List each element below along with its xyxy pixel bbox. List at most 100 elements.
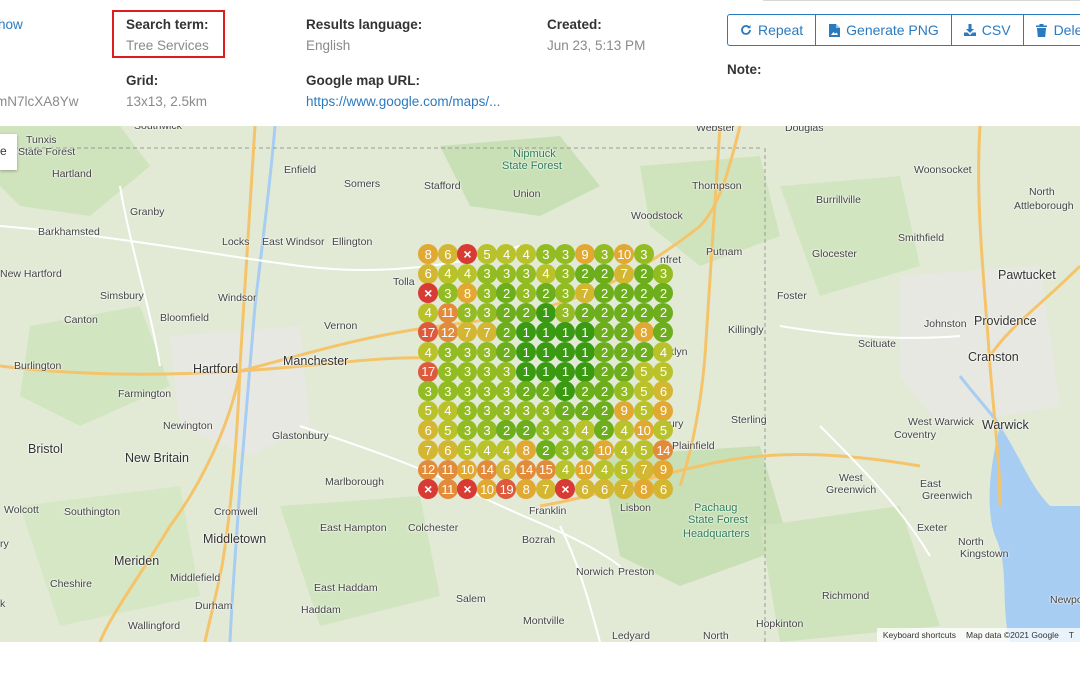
rank-pin[interactable]: 14 (653, 440, 674, 460)
rank-pin[interactable]: 2 (574, 263, 595, 284)
rank-pin[interactable]: 4 (476, 440, 497, 460)
rank-pin[interactable]: 7 (418, 440, 438, 460)
rank-pin[interactable]: 3 (535, 400, 556, 421)
rank-pin[interactable]: 4 (535, 263, 556, 284)
rank-pin[interactable]: 2 (614, 302, 634, 323)
rank-pin[interactable]: 1 (574, 361, 595, 382)
rank-pin[interactable]: 6 (437, 440, 458, 460)
rank-pin[interactable]: 2 (633, 283, 654, 304)
rank-pin[interactable]: 1 (555, 322, 576, 343)
rank-pin[interactable]: 1 (535, 322, 556, 343)
rank-pin[interactable]: 6 (418, 263, 438, 284)
rank-pin[interactable]: 5 (633, 400, 654, 421)
rank-pin[interactable]: 4 (496, 440, 517, 460)
terms-link[interactable]: T (1069, 630, 1074, 640)
rank-pin[interactable]: 4 (614, 420, 634, 441)
rank-pin[interactable]: 3 (653, 263, 674, 284)
rank-pin[interactable]: 2 (535, 381, 556, 402)
rank-pin[interactable]: 4 (496, 244, 517, 264)
repeat-button[interactable]: Repeat (727, 14, 817, 46)
rank-pin[interactable]: 6 (418, 420, 438, 441)
rank-pin[interactable]: 3 (594, 244, 615, 264)
rank-pin[interactable]: 9 (653, 459, 674, 480)
rank-pin[interactable]: 8 (516, 479, 536, 500)
rank-pin[interactable]: 3 (614, 381, 634, 402)
rank-pin[interactable]: 11 (437, 479, 458, 500)
rank-pin[interactable]: 10 (594, 440, 615, 460)
rank-pin[interactable]: 5 (633, 361, 654, 382)
rank-pin-not-found[interactable]: × (457, 479, 478, 500)
rank-pin[interactable]: 2 (516, 381, 536, 402)
rank-pin[interactable]: 4 (594, 459, 615, 480)
rank-pin[interactable]: 4 (614, 440, 634, 460)
rank-pin[interactable]: 3 (476, 283, 497, 304)
rank-pin[interactable]: 8 (633, 322, 654, 343)
rank-pin[interactable]: 1 (574, 322, 595, 343)
rank-pin[interactable]: 7 (535, 479, 556, 500)
rank-pin[interactable]: 1 (555, 342, 576, 362)
rank-pin[interactable]: 9 (574, 244, 595, 264)
rank-pin[interactable]: 2 (594, 400, 615, 421)
rank-pin[interactable]: 3 (418, 381, 438, 402)
rank-pin[interactable]: 10 (476, 479, 497, 500)
rank-pin[interactable]: 3 (555, 283, 576, 304)
rank-pin[interactable]: 15 (535, 459, 556, 480)
rank-pin[interactable]: 6 (653, 381, 674, 402)
rank-pin[interactable]: 1 (516, 361, 536, 382)
rank-pin[interactable]: 2 (614, 322, 634, 343)
rank-pin[interactable]: 3 (555, 440, 576, 460)
rank-pin[interactable]: 3 (555, 244, 576, 264)
rank-pin[interactable]: 3 (516, 263, 536, 284)
rank-pin[interactable]: 4 (418, 302, 438, 323)
rank-pin[interactable]: 11 (437, 302, 458, 323)
rank-pin[interactable]: 2 (594, 420, 615, 441)
rank-pin[interactable]: 2 (496, 283, 517, 304)
rank-pin[interactable]: 19 (496, 479, 517, 500)
rank-pin[interactable]: 3 (496, 263, 517, 284)
rank-pin[interactable]: 2 (535, 283, 556, 304)
rank-pin[interactable]: 3 (476, 420, 497, 441)
rank-pin[interactable]: 9 (653, 400, 674, 421)
rank-pin[interactable]: 7 (633, 459, 654, 480)
rank-pin[interactable]: 6 (653, 479, 674, 500)
rank-pin[interactable]: 2 (516, 420, 536, 441)
rank-pin[interactable]: 3 (633, 244, 654, 264)
rank-pin[interactable]: 3 (555, 263, 576, 284)
rank-pin[interactable]: 2 (496, 302, 517, 323)
rank-pin[interactable]: 1 (574, 342, 595, 362)
rank-pin[interactable]: 3 (476, 263, 497, 284)
rank-pin[interactable]: 2 (614, 342, 634, 362)
rank-pin[interactable]: 9 (614, 400, 634, 421)
rank-pin[interactable]: 2 (594, 302, 615, 323)
rank-pin[interactable]: 2 (594, 342, 615, 362)
rank-pin[interactable]: 5 (457, 440, 478, 460)
rank-pin[interactable]: 1 (535, 361, 556, 382)
rank-pin[interactable]: 2 (535, 440, 556, 460)
rank-pin[interactable]: 4 (437, 400, 458, 421)
rank-pin[interactable]: 10 (457, 459, 478, 480)
rank-pin[interactable]: 3 (457, 400, 478, 421)
rank-pin[interactable]: 3 (496, 361, 517, 382)
rank-pin[interactable]: 3 (535, 420, 556, 441)
rank-pin[interactable]: 3 (535, 244, 556, 264)
rank-pin[interactable]: 3 (476, 400, 497, 421)
rank-pin[interactable]: 1 (555, 361, 576, 382)
rank-pin[interactable]: 3 (516, 283, 536, 304)
rank-pin[interactable]: 4 (653, 342, 674, 362)
rank-pin[interactable]: 3 (457, 381, 478, 402)
rank-pin[interactable]: 3 (476, 302, 497, 323)
rank-pin[interactable]: 5 (476, 244, 497, 264)
rank-pin[interactable]: 4 (457, 263, 478, 284)
rank-pin[interactable]: 6 (496, 459, 517, 480)
map-view[interactable]: e Tunxis State Forest Hartland Granby Barkha… (0, 126, 1080, 642)
rank-pin[interactable]: 8 (516, 440, 536, 460)
rank-pin[interactable]: 5 (653, 420, 674, 441)
keyboard-shortcuts-link[interactable]: Keyboard shortcuts (883, 630, 956, 640)
rank-pin[interactable]: 1 (535, 302, 556, 323)
rank-pin[interactable]: 17 (418, 322, 438, 343)
rank-pin[interactable]: 14 (516, 459, 536, 480)
rank-pin[interactable]: 6 (594, 479, 615, 500)
partial-link-left[interactable]: how (0, 17, 23, 32)
rank-pin[interactable]: 3 (457, 420, 478, 441)
rank-pin[interactable]: 12 (418, 459, 438, 480)
